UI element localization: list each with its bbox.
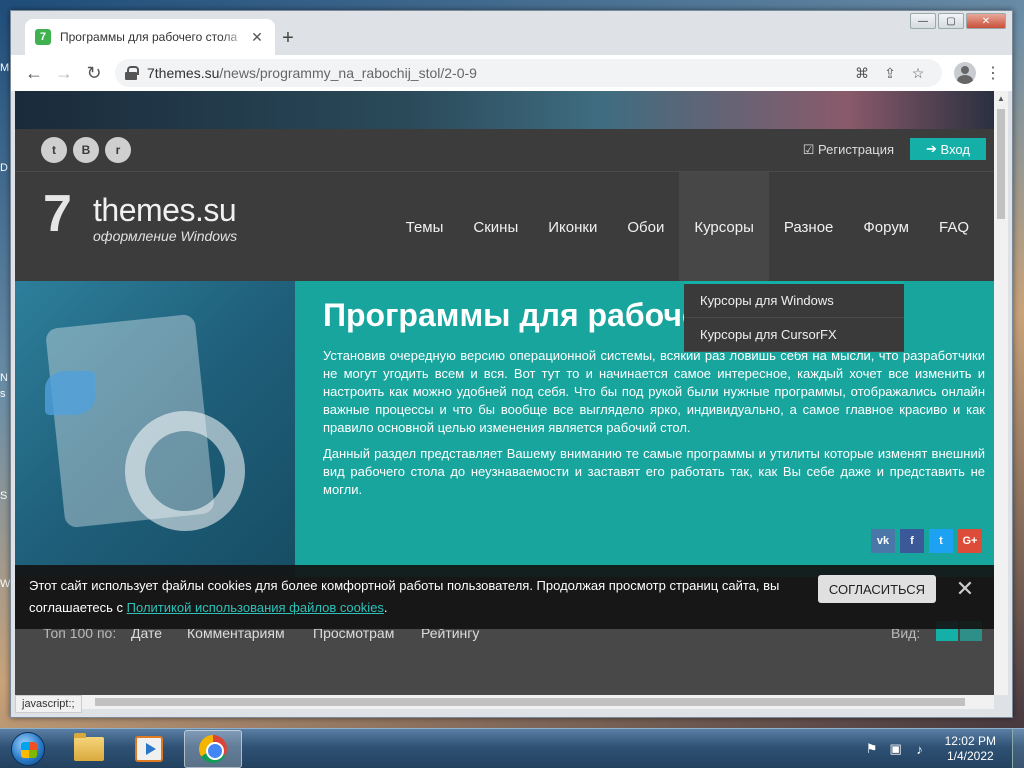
twitter-icon[interactable]: t bbox=[41, 137, 67, 163]
title-bar[interactable]: 7 Программы для рабочего стола ✕ + — ▢ ✕ bbox=[11, 11, 1012, 55]
close-tab-icon[interactable]: ✕ bbox=[249, 29, 265, 45]
menu-item-cursors[interactable]: Курсоры bbox=[679, 172, 769, 282]
desktop-icon-label[interactable]: W bbox=[0, 578, 10, 590]
register-label: Регистрация bbox=[818, 142, 894, 157]
logo-name: themes.su bbox=[93, 192, 237, 228]
menu-item-themes[interactable]: Темы bbox=[391, 172, 459, 282]
site-topbar: t B r ☑ Регистрация ➔ Вход bbox=[15, 129, 994, 171]
back-button[interactable]: ← bbox=[19, 58, 49, 88]
address-bar[interactable]: 7themes.su/news/programmy_na_rabochij_st… bbox=[115, 59, 942, 87]
url-path: /news/programmy_na_rabochij_stol/2-0-9 bbox=[219, 65, 477, 81]
hero-image bbox=[15, 281, 295, 577]
show-desktop-button[interactable] bbox=[1012, 729, 1024, 768]
share-buttons: vk f t G+ bbox=[866, 529, 982, 553]
new-tab-button[interactable]: + bbox=[277, 27, 299, 49]
volume-icon[interactable]: ♪ bbox=[911, 740, 929, 758]
vk-share-icon[interactable]: vk bbox=[871, 529, 895, 553]
cookie-text: Этот сайт использует файлы cookies для б… bbox=[29, 575, 799, 619]
link-status: javascript:; bbox=[15, 695, 82, 713]
media-player-taskbar-button[interactable] bbox=[120, 730, 178, 768]
tab-title: Программы для рабочего стола bbox=[60, 30, 238, 44]
clock-time: 12:02 PM bbox=[944, 734, 996, 748]
favicon-icon: 7 bbox=[35, 29, 51, 45]
menu-item-misc[interactable]: Разное bbox=[769, 172, 849, 282]
menu-item-skins[interactable]: Скины bbox=[458, 172, 533, 282]
star-icon[interactable]: ☆ bbox=[904, 65, 932, 82]
twitter-share-icon[interactable]: t bbox=[929, 529, 953, 553]
menu-item-faq[interactable]: FAQ bbox=[924, 172, 984, 282]
share-icon[interactable]: ⇪ bbox=[876, 65, 904, 82]
vertical-scrollbar[interactable]: ▲ bbox=[994, 91, 1008, 695]
register-link[interactable]: ☑ Регистрация bbox=[803, 142, 894, 158]
clock-date: 1/4/2022 bbox=[946, 749, 994, 763]
logo-tagline: оформление Windows bbox=[93, 228, 238, 244]
main-menu: Темы Скины Иконки Обои Курсоры Разное Фо… bbox=[391, 172, 984, 282]
menu-item-forum[interactable]: Форум bbox=[848, 172, 924, 282]
vk-icon[interactable]: B bbox=[73, 137, 99, 163]
logo-mark bbox=[43, 188, 89, 240]
taskbar: ⚑ ▣ ♪ 12:02 PM 1/4/2022 bbox=[0, 728, 1024, 768]
browser-window: 7 Программы для рабочего стола ✕ + — ▢ ✕… bbox=[10, 10, 1013, 718]
hero-paragraph: Установив очередную версию операционной … bbox=[323, 348, 985, 435]
profile-icon[interactable] bbox=[954, 62, 976, 84]
desktop-icon-label[interactable]: S bbox=[0, 490, 10, 502]
url-host: 7themes.su bbox=[147, 65, 220, 81]
menu-item-icons[interactable]: Иконки bbox=[533, 172, 612, 282]
clock[interactable]: 12:02 PM 1/4/2022 bbox=[945, 734, 996, 764]
menu-icon[interactable]: ⋮ bbox=[982, 63, 1004, 83]
dropdown-item-cursorfx[interactable]: Курсоры для CursorFX bbox=[684, 318, 904, 352]
media-player-icon bbox=[135, 736, 163, 762]
facebook-share-icon[interactable]: f bbox=[900, 529, 924, 553]
url-text[interactable]: 7themes.su/news/programmy_na_rabochij_st… bbox=[147, 65, 848, 81]
login-button[interactable]: ➔ Вход bbox=[910, 138, 986, 160]
start-button[interactable] bbox=[2, 730, 54, 768]
cookie-policy-link[interactable]: Политикой использования файлов cookies bbox=[127, 600, 384, 615]
chrome-icon bbox=[199, 735, 227, 763]
translate-icon[interactable]: ⌘ bbox=[848, 65, 876, 82]
window-controls: — ▢ ✕ bbox=[908, 13, 1006, 29]
menu-item-wallpapers[interactable]: Обои bbox=[612, 172, 679, 282]
reload-button[interactable]: ↻ bbox=[79, 58, 109, 88]
site-header: themes.su оформление Windows Темы Скины … bbox=[15, 171, 994, 282]
hero-paragraph: Данный раздел представляет Вашему вниман… bbox=[323, 446, 985, 497]
cursors-dropdown: Курсоры для Windows Курсоры для CursorFX bbox=[684, 281, 904, 352]
desktop-icon-label[interactable]: N bbox=[0, 372, 10, 384]
system-tray: ⚑ ▣ ♪ 12:02 PM 1/4/2022 bbox=[863, 729, 1024, 768]
butterfly-shape bbox=[45, 371, 95, 415]
forward-button[interactable]: → bbox=[49, 58, 79, 88]
browser-tab[interactable]: 7 Программы для рабочего стола ✕ bbox=[25, 19, 275, 55]
rss-icon[interactable]: r bbox=[105, 137, 131, 163]
accept-cookies-button[interactable]: СОГЛАСИТЬСЯ bbox=[818, 575, 936, 603]
google-plus-share-icon[interactable]: G+ bbox=[958, 529, 982, 553]
browser-toolbar: ← → ↻ 7themes.su/news/programmy_na_raboc… bbox=[11, 55, 1012, 91]
close-icon[interactable]: ✕ bbox=[953, 575, 977, 603]
chrome-taskbar-button[interactable] bbox=[184, 730, 242, 768]
lock-icon[interactable] bbox=[125, 66, 139, 80]
login-label: Вход bbox=[940, 141, 970, 157]
action-center-icon[interactable]: ⚑ bbox=[863, 740, 881, 758]
network-icon[interactable]: ▣ bbox=[887, 740, 905, 758]
scroll-thumb-horizontal[interactable] bbox=[95, 698, 965, 706]
explorer-taskbar-button[interactable] bbox=[60, 730, 118, 768]
hero-description: Установив очередную версию операционной … bbox=[323, 347, 985, 507]
desktop-icon-label[interactable]: M bbox=[0, 62, 10, 74]
desktop-icon-label[interactable]: D bbox=[0, 162, 10, 174]
scroll-thumb[interactable] bbox=[997, 109, 1005, 219]
dropdown-item-windows-cursors[interactable]: Курсоры для Windows bbox=[684, 284, 904, 318]
page-title: Программы для рабоче bbox=[323, 297, 700, 333]
maximize-button[interactable]: ▢ bbox=[938, 13, 964, 29]
windows-logo-icon bbox=[11, 732, 45, 766]
folder-icon bbox=[74, 733, 104, 761]
horizontal-scrollbar[interactable] bbox=[15, 695, 994, 709]
cookie-banner: Этот сайт использует файлы cookies для б… bbox=[15, 565, 994, 629]
cookie-tail: . bbox=[383, 600, 388, 615]
minimize-button[interactable]: — bbox=[910, 13, 936, 29]
desktop-icon-label[interactable]: s bbox=[0, 388, 10, 400]
site-logo[interactable]: themes.su оформление Windows bbox=[43, 188, 238, 244]
hero-ring bbox=[125, 411, 245, 531]
scroll-up-icon[interactable]: ▲ bbox=[994, 91, 1008, 105]
social-links: t B r bbox=[41, 137, 137, 163]
close-window-button[interactable]: ✕ bbox=[966, 13, 1006, 29]
